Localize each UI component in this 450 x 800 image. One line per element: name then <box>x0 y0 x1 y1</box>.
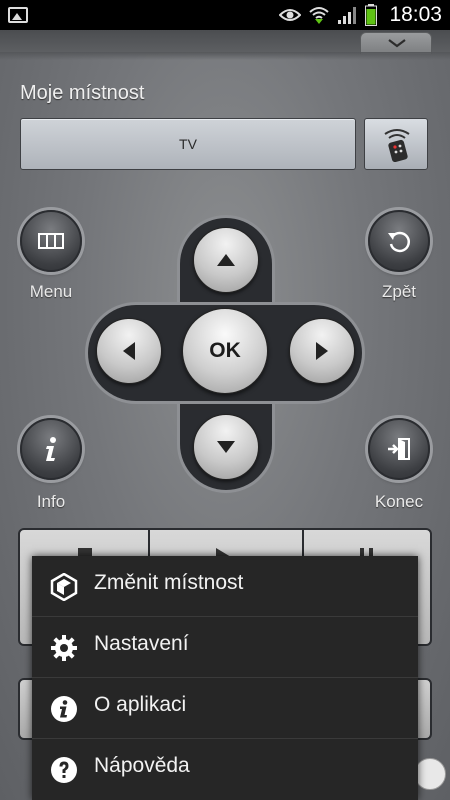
back-button[interactable] <box>368 210 430 272</box>
remote-control-icon <box>384 129 410 162</box>
menu-item-change-room[interactable]: Změnit místnost <box>32 556 418 617</box>
signal-icon <box>338 7 357 24</box>
help-icon <box>51 757 77 783</box>
gear-icon <box>51 635 77 661</box>
options-menu: Změnit místnost Nastavení O aplikaci Náp… <box>32 556 418 800</box>
wifi-icon <box>309 7 330 24</box>
menu-item-label: Nápověda <box>94 754 190 777</box>
house-icon <box>50 573 78 601</box>
dpad-left-button[interactable] <box>96 318 162 384</box>
app-logo-icon[interactable] <box>414 758 446 790</box>
dpad-up-button[interactable] <box>193 227 259 293</box>
menu-item-label: O aplikaci <box>94 693 187 716</box>
panel-edge <box>0 52 450 60</box>
dpad-right-button[interactable] <box>289 318 355 384</box>
arrow-down-icon <box>217 441 235 453</box>
menu-item-help[interactable]: Nápověda <box>32 739 418 800</box>
menu-item-label: Změnit místnost <box>94 571 244 594</box>
info-button[interactable] <box>20 418 82 480</box>
dpad-down-button[interactable] <box>193 414 259 480</box>
arrow-right-icon <box>316 342 328 360</box>
menu-item-label: Nastavení <box>94 632 189 655</box>
battery-icon <box>365 4 378 26</box>
eye-icon <box>279 9 302 21</box>
room-title: Moje místnost <box>20 82 145 104</box>
ok-button[interactable]: OK <box>182 308 268 394</box>
image-icon <box>8 7 28 23</box>
back-arrow-icon <box>388 231 411 253</box>
info-icon <box>46 437 56 461</box>
exit-button[interactable] <box>368 418 430 480</box>
chevron-down-icon <box>388 39 406 48</box>
menu-label: Menu <box>29 282 73 301</box>
remote-control-button[interactable] <box>364 118 428 170</box>
menu-item-about[interactable]: O aplikaci <box>32 678 418 739</box>
menu-grid-icon <box>38 233 64 249</box>
status-icons: 18:03 <box>279 2 442 28</box>
arrow-up-icon <box>217 254 235 266</box>
info-label: Info <box>36 492 66 511</box>
menu-button[interactable] <box>20 210 82 272</box>
collapse-tab[interactable] <box>360 32 432 54</box>
back-label: Zpět <box>381 282 417 301</box>
status-bar: 18:03 <box>0 0 450 30</box>
device-selector[interactable]: TV <box>20 118 356 170</box>
menu-item-settings[interactable]: Nastavení <box>32 617 418 678</box>
arrow-left-icon <box>123 342 135 360</box>
exit-label: Konec <box>374 492 424 511</box>
info-icon <box>51 696 77 722</box>
clock: 18:03 <box>389 3 442 26</box>
exit-door-icon <box>388 438 410 460</box>
device-name: TV <box>179 136 197 152</box>
